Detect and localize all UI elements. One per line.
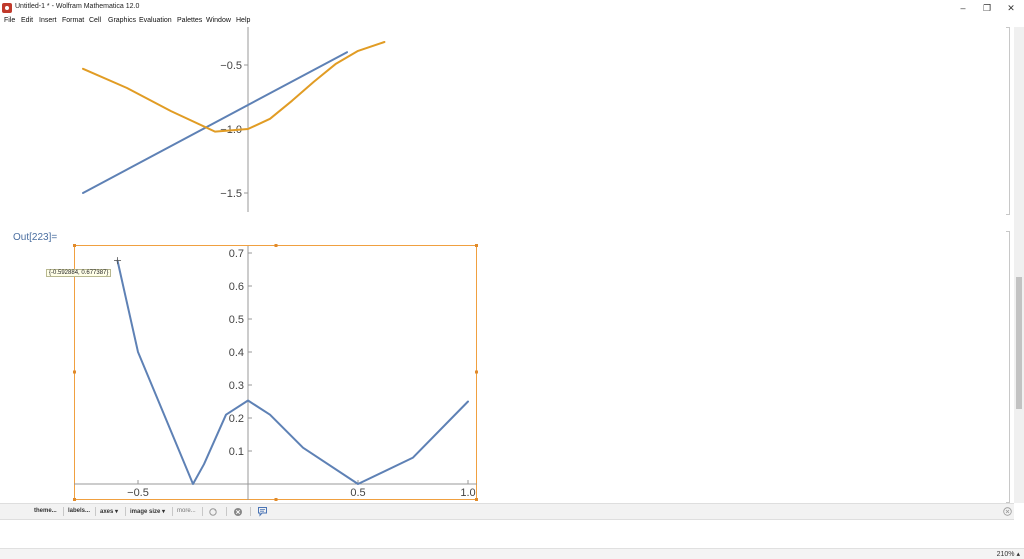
menu-help[interactable]: Help [236, 17, 250, 24]
mathematica-logo-icon [2, 3, 12, 13]
lower-y-tick-label: 0.1 [229, 446, 244, 458]
menu-format[interactable]: Format [62, 17, 84, 24]
menu-bar: File Edit Insert Format Cell Graphics Ev… [0, 16, 1024, 27]
menu-graphics[interactable]: Graphics [108, 17, 136, 24]
menu-insert[interactable]: Insert [39, 17, 57, 24]
lower-y-tick-label: 0.6 [229, 281, 244, 293]
lower-y-tick-label: 0.5 [229, 314, 244, 326]
toolbar-divider [226, 507, 227, 516]
refresh-icon[interactable] [208, 507, 218, 517]
restore-button[interactable]: ❐ [974, 0, 1000, 16]
plot-selection-frame[interactable] [74, 245, 477, 500]
coordinate-tooltip-text: {-0.592884, 0.677387} [49, 270, 109, 276]
selection-handle[interactable] [475, 244, 478, 247]
menu-evaluation[interactable]: Evaluation [139, 17, 172, 24]
upper-series-line-blue [82, 51, 348, 194]
lower-series-line [116, 259, 469, 485]
toolbar-divider [95, 507, 96, 516]
cell-bracket-lower[interactable] [1006, 231, 1010, 503]
selection-handle[interactable] [73, 244, 76, 247]
upper-plot[interactable]: −0.5−1.0−1.5 [0, 27, 500, 217]
lower-x-tick-label: 0.5 [350, 487, 365, 499]
coordinate-tooltip: {-0.592884, 0.677387} [46, 269, 112, 277]
toolbar-divider [172, 507, 173, 516]
toolbar-divider [250, 507, 251, 516]
lower-y-tick-label: 0.3 [229, 380, 244, 392]
notebook-area[interactable]: −0.5 −1.0 −1.5 Out[223]= 0.1 0.2 0.3 0.4 0.5 0.… [0, 27, 1014, 503]
close-suggestions-icon[interactable] [233, 507, 243, 517]
selection-handle[interactable] [73, 370, 76, 374]
lower-y-tick-label: 0.7 [229, 248, 244, 260]
cell-bracket-upper[interactable] [1006, 27, 1010, 215]
minimize-button[interactable]: – [950, 0, 976, 16]
toolbar-divider [63, 507, 64, 516]
labels-button[interactable]: labels... [68, 508, 90, 514]
lower-y-tick-label: 0.2 [229, 413, 244, 425]
axes-dropdown[interactable]: axes ▾ [100, 508, 118, 515]
vertical-scrollbar[interactable] [1014, 27, 1024, 503]
selection-handle[interactable] [274, 244, 278, 247]
window-title: Untitled-1 * - Wolfram Mathematica 12.0 [15, 3, 140, 10]
lower-plot[interactable]: 0.1 0.2 0.3 0.4 0.5 0.6 0.7 −0.5 0.5 1.0 [40, 242, 485, 502]
lower-y-tick-label: 0.4 [229, 347, 244, 359]
selection-handle[interactable] [73, 498, 76, 501]
menu-edit[interactable]: Edit [21, 17, 33, 24]
upper-y-tick-label: −0.5 [220, 60, 242, 72]
toolbar-divider [125, 507, 126, 516]
menu-cell[interactable]: Cell [89, 17, 101, 24]
feedback-icon[interactable] [257, 506, 268, 517]
menu-palettes[interactable]: Palettes [177, 17, 202, 24]
close-button[interactable]: ✕ [998, 0, 1024, 16]
window-titlebar: Untitled-1 * - Wolfram Mathematica 12.0 … [0, 0, 1024, 17]
selection-handle[interactable] [274, 498, 278, 501]
status-bar: 210% ▴ [0, 548, 1024, 559]
menu-file[interactable]: File [4, 17, 15, 24]
suggestions-toolbar: theme... labels... axes ▾ image size ▾ m… [0, 503, 1014, 520]
toolbar-divider [202, 507, 203, 516]
dismiss-toolbar-icon[interactable] [1003, 507, 1012, 516]
upper-y-tick-label: −1.5 [220, 188, 242, 200]
selection-handle[interactable] [475, 370, 478, 374]
menu-window[interactable]: Window [206, 17, 231, 24]
lower-x-tick-label: 1.0 [460, 487, 475, 499]
lower-x-tick-label: −0.5 [127, 487, 149, 499]
zoom-level[interactable]: 210% ▴ [997, 550, 1020, 558]
theme-button[interactable]: theme... [34, 508, 57, 514]
scrollbar-thumb[interactable] [1016, 277, 1022, 409]
image-size-dropdown[interactable]: image size ▾ [130, 508, 165, 515]
more-button[interactable]: more... [177, 508, 196, 514]
